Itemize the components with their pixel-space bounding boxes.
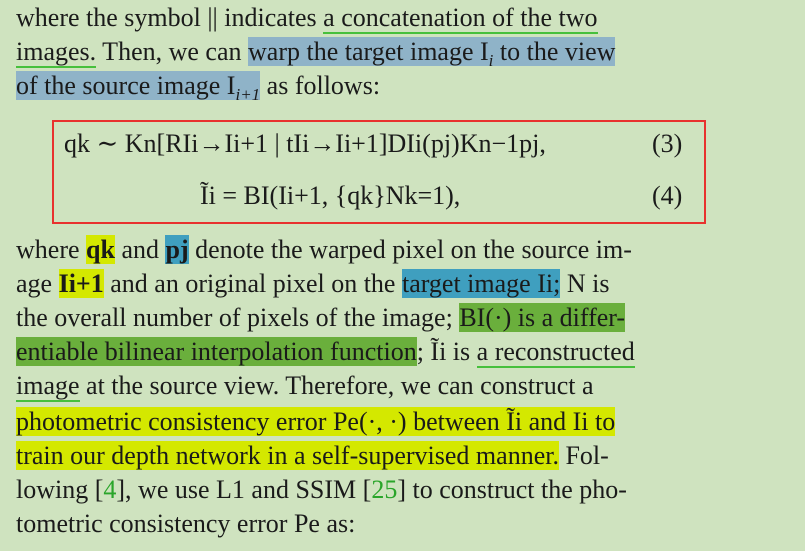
text-line-8: image at the source view. Therefore, we … (16, 370, 594, 402)
text-segment: ; Ĩi is (416, 337, 477, 366)
equation-3: qk ∼ Kn[RIi→Ii+1 | tIi→Ii+1]DIi(pj)Kn−1p… (64, 129, 546, 158)
text-segment: denote the warped pixel on the source im… (188, 235, 632, 264)
highlighted-symbol-qk: qk (86, 235, 115, 264)
text-line-9: photometric consistency error Pe(·, ·) b… (16, 406, 616, 438)
text-segment: Then, we can (96, 37, 249, 66)
highlighted-phrase: of the source image Ii+1 (16, 71, 261, 103)
underlined-phrase: image (16, 371, 80, 402)
highlight-text: warp the target image I (248, 37, 489, 66)
highlighted-phrase: BI(·) is a differ- (459, 303, 626, 332)
citation-link[interactable]: 4 (103, 475, 116, 504)
underlined-phrase: a reconstructed (476, 337, 635, 368)
highlighted-phrase: train our depth network in a self-superv… (16, 441, 559, 470)
text-segment: and an original pixel on the (103, 269, 402, 298)
citation-link[interactable]: 25 (371, 475, 397, 504)
text-segment: ] to construct the pho- (397, 475, 627, 504)
highlighted-phrase: photometric consistency error Pe(·, ·) b… (16, 407, 616, 436)
text-line-7: entiable bilinear interpolation function… (16, 336, 635, 368)
highlighted-phrase: target image Ii; (401, 269, 561, 298)
text-line-6: the overall number of pixels of the imag… (16, 302, 626, 334)
highlighted-symbol: Ii+1 (58, 269, 104, 298)
text-line-12: tometric consistency error Pe as: (16, 508, 355, 540)
text-segment: at the source view. Therefore, we can co… (79, 371, 594, 400)
text-segment: age (16, 269, 59, 298)
text-segment: where (16, 235, 87, 264)
paper-excerpt: where the symbol || indicates a concaten… (0, 0, 805, 551)
text-line-11: lowing [4], we use L1 and SSIM [25] to c… (16, 474, 627, 506)
text-segment: ], we use L1 and SSIM [ (116, 475, 372, 504)
text-line-3: of the source image Ii+1 as follows: (16, 70, 381, 103)
highlight-text: to the view (493, 37, 616, 66)
text-segment: Fol- (558, 441, 609, 470)
highlight-text: of the source image I (16, 71, 236, 100)
highlighted-phrase: warp the target image Ii to the view (248, 37, 616, 69)
equation-4-number: (4) (652, 181, 683, 210)
text-segment: the overall number of pixels of the imag… (16, 303, 460, 332)
text-line-4: where qk and pj denote the warped pixel … (16, 234, 632, 266)
equation-4: Ĩi = BI(Ii+1, {qk}Nk=1), (200, 181, 461, 210)
text-segment: tometric consistency error Pe as: (16, 509, 356, 538)
text-segment: and (114, 235, 166, 264)
text-line-2: images. Then, we can warp the target ima… (16, 36, 616, 69)
underlined-phrase: a concatenation of the two (323, 3, 598, 34)
text-segment: lowing [ (16, 475, 104, 504)
highlighted-symbol-pj: pj (165, 235, 189, 264)
text-line-1: where the symbol || indicates a concaten… (16, 2, 598, 34)
equation-3-number: (3) (652, 129, 683, 158)
text-segment: as follows: (260, 71, 381, 100)
underlined-phrase: images. (16, 37, 97, 68)
highlighted-phrase: entiable bilinear interpolation function (16, 337, 417, 366)
text-segment: N is (560, 269, 610, 298)
text-segment: where the symbol || indicates (16, 3, 324, 32)
subscript: i+1 (235, 85, 261, 105)
text-line-10: train our depth network in a self-superv… (16, 440, 609, 472)
text-line-5: age Ii+1 and an original pixel on the ta… (16, 268, 609, 300)
